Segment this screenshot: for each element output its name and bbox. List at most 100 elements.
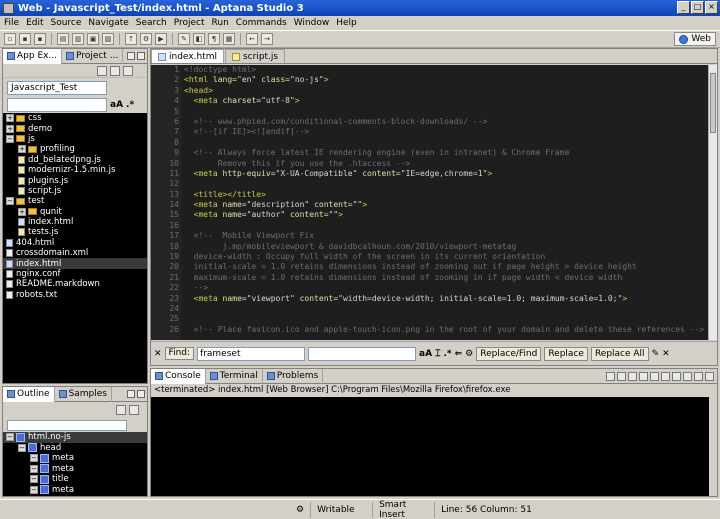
menu-edit[interactable]: Edit [26, 18, 43, 28]
scrollbar-thumb[interactable] [710, 73, 716, 133]
collapse-icon[interactable]: − [30, 454, 38, 463]
pencil-icon[interactable]: ✎ [652, 349, 660, 359]
code-line[interactable]: 3 <head> [174, 86, 709, 96]
code-line[interactable]: 7 <!--[if IE]><![endif]--> [174, 127, 709, 137]
code-line[interactable]: 26 <!-- Place favicon.ico and apple-touc… [169, 325, 709, 335]
code-line[interactable]: 4 <meta charset="utf-8"> [174, 96, 709, 106]
menu-window[interactable]: Window [294, 18, 330, 28]
remove-all-icon[interactable] [628, 371, 637, 381]
tree-item[interactable]: + profiling [3, 144, 147, 154]
code-lines[interactable]: 1 <!doctype html> 2 <html lang="en" class="… [169, 65, 709, 335]
code-line[interactable]: 1 <!doctype html> [174, 65, 709, 75]
code-line[interactable]: 16 [169, 221, 709, 231]
code-line[interactable]: 14 <meta name="description" content=""> [169, 200, 709, 210]
sort-icon[interactable] [116, 405, 126, 415]
block-select-icon[interactable]: ▦ [223, 33, 235, 45]
tree-item[interactable]: + demo [3, 123, 147, 134]
view-menu-icon[interactable] [129, 405, 139, 415]
perspective-switcher[interactable]: Web [674, 32, 716, 46]
gear-icon[interactable]: ⚙ [465, 349, 473, 359]
remove-launch-icon[interactable] [617, 371, 626, 381]
menu-commands[interactable]: Commands [236, 18, 287, 28]
expand-icon[interactable]: + [18, 207, 26, 216]
forward-icon[interactable]: → [261, 33, 273, 45]
close-icon[interactable]: ✕ [662, 349, 670, 359]
case-sensitive-toggle[interactable]: aA [110, 100, 123, 110]
code-line[interactable]: 18 j.mp/mobileviewport & davidbcalhoun.c… [169, 242, 709, 252]
whole-word-toggle[interactable]: ⌶ [435, 349, 440, 359]
clear-console-icon[interactable] [639, 371, 648, 381]
code-line[interactable]: 2 <html lang="en" class="no-js"> [174, 75, 709, 85]
scroll-lock-icon[interactable] [650, 371, 659, 381]
code-line[interactable]: 11 <meta http-equiv="X-UA-Compatible" co… [169, 169, 709, 179]
collapse-icon[interactable]: − [18, 443, 26, 452]
close-find-icon[interactable]: ✕ [154, 349, 162, 359]
minimize-panel-icon[interactable] [127, 390, 135, 398]
replace-input[interactable] [308, 346, 417, 361]
code-line[interactable]: 22 --> [169, 283, 709, 293]
regex-toggle[interactable]: .* [443, 349, 451, 359]
code-line[interactable]: 10 Remove this if you use the .htaccess … [169, 159, 709, 169]
tab-console[interactable]: Console [151, 368, 206, 384]
search-backward-icon[interactable]: ⇐ [455, 349, 463, 359]
code-line[interactable]: 12 [169, 179, 709, 189]
pin-icon[interactable]: ✎ [178, 33, 190, 45]
maximize-panel-icon[interactable] [705, 371, 714, 381]
new-file-icon[interactable]: ▫ [4, 33, 16, 45]
maximize-button[interactable]: □ [691, 1, 704, 14]
tree-item[interactable]: crossdomain.xml [3, 248, 147, 258]
outline-item[interactable]: −meta [3, 485, 147, 496]
terminate-icon[interactable] [606, 371, 615, 381]
outline-item[interactable]: −meta [3, 453, 147, 464]
menu-help[interactable]: Help [336, 18, 357, 28]
menu-source[interactable]: Source [51, 18, 82, 28]
code-line[interactable]: 19 device-width : Occupy full width of t… [169, 252, 709, 262]
tree-item[interactable]: − test [3, 196, 147, 206]
replace-all-button[interactable]: Replace All [590, 346, 649, 361]
tree-item[interactable]: dd_belatedpng.js [3, 155, 147, 165]
tab-problems[interactable]: Problems [263, 368, 324, 384]
gear-icon[interactable] [110, 65, 120, 76]
view-menu-icon[interactable] [123, 65, 133, 76]
menu-run[interactable]: Run [212, 18, 229, 28]
tab-script-js[interactable]: script.js [224, 49, 286, 63]
code-editor[interactable]: 1 <!doctype html> 2 <html lang="en" class="… [151, 65, 709, 340]
tree-item[interactable]: robots.txt [3, 290, 147, 300]
tab-project-explorer[interactable]: Project ... [62, 48, 124, 64]
menu-project[interactable]: Project [174, 18, 205, 28]
back-icon[interactable]: ← [246, 33, 258, 45]
code-line[interactable]: 13 <title></title> [169, 190, 709, 200]
tree-item[interactable]: README.markdown [3, 279, 147, 289]
collapse-icon[interactable]: − [6, 197, 14, 206]
maximize-panel-icon[interactable] [137, 390, 145, 398]
outline-item[interactable]: −meta [3, 464, 147, 475]
collapse-icon[interactable]: − [30, 485, 38, 494]
filter-input[interactable] [7, 98, 107, 112]
outline-item[interactable]: −meta [3, 495, 147, 496]
replace-button[interactable]: Replace [544, 346, 588, 361]
collapse-all-icon[interactable] [97, 65, 107, 76]
console-output[interactable] [151, 397, 709, 496]
display-console-icon[interactable] [672, 371, 681, 381]
project-select[interactable]: Javascript_Test [7, 81, 107, 95]
collapse-icon[interactable]: − [30, 464, 38, 473]
tree-item[interactable]: index.html [3, 258, 147, 269]
show-whitespace-icon[interactable]: ¶ [208, 33, 220, 45]
code-line[interactable]: 25 [169, 314, 709, 324]
minimize-panel-icon[interactable] [694, 371, 703, 381]
deploy-icon[interactable]: ↑ [125, 33, 137, 45]
code-line[interactable]: 6 <!-- www.phpied.com/conditional-commen… [174, 117, 709, 127]
console-icon[interactable]: ▣ [87, 33, 99, 45]
case-sensitive-toggle[interactable]: aA [419, 349, 432, 359]
outline-item[interactable]: − html.no-js [3, 432, 147, 443]
collapse-icon[interactable]: − [30, 475, 38, 484]
close-button[interactable]: × [705, 1, 718, 14]
expand-icon[interactable]: + [6, 124, 14, 133]
project-explorer-icon[interactable]: ▥ [72, 33, 84, 45]
run-icon[interactable]: ▶ [155, 33, 167, 45]
code-line[interactable]: 9 <!-- Always force latest IE rendering … [174, 148, 709, 158]
tree-item[interactable]: script.js [3, 186, 147, 196]
open-console-icon[interactable] [683, 371, 692, 381]
tab-samples[interactable]: Samples [55, 386, 112, 402]
minimize-panel-icon[interactable] [127, 52, 135, 60]
